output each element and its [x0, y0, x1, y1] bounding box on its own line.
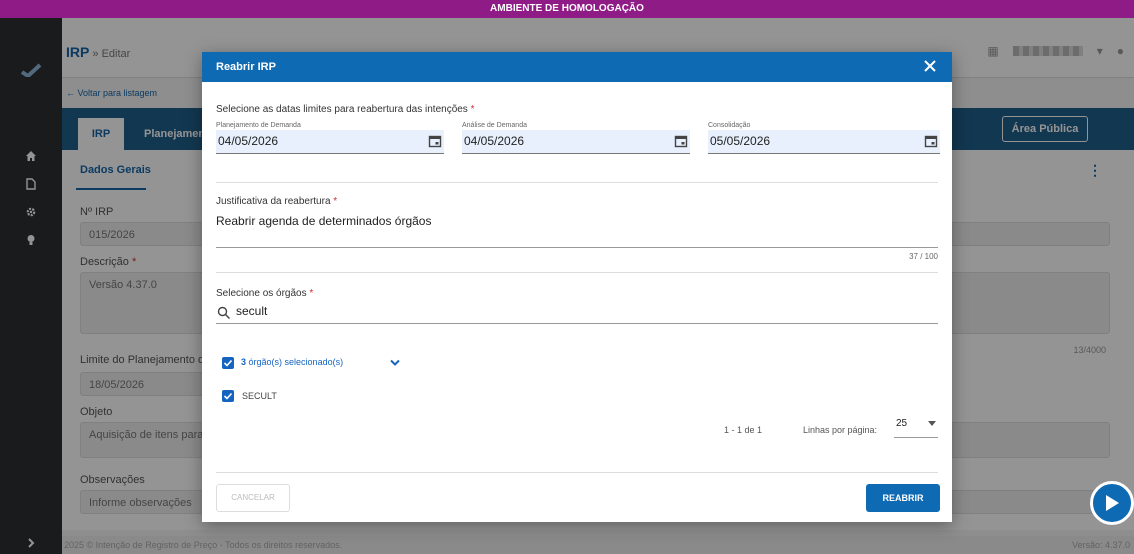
- selected-summary[interactable]: 3 órgão(s) selecionado(s): [241, 357, 343, 367]
- reabrir-irp-dialog: Reabrir IRP Selecione as datas limites p…: [202, 52, 952, 522]
- check-icon: [223, 392, 233, 400]
- justificativa-textarea[interactable]: Reabrir agenda de determinados órgãos: [216, 214, 938, 248]
- close-icon[interactable]: [922, 58, 938, 74]
- orgao-checkbox-secult[interactable]: [222, 390, 234, 402]
- orgaos-search-input[interactable]: secult: [216, 304, 938, 324]
- play-icon: [1106, 495, 1119, 511]
- chevron-down-icon[interactable]: [390, 359, 400, 367]
- date-label-consolidacao: Consolidação: [708, 122, 751, 129]
- search-icon: [217, 306, 230, 319]
- date-label-planejamento: Planejamento de Demanda: [216, 122, 301, 129]
- calendar-icon[interactable]: [428, 134, 442, 148]
- date-value-consolidacao: 05/05/2026: [710, 134, 771, 148]
- dates-section-label: Selecione as datas limites para reabertu…: [216, 104, 475, 115]
- select-all-checkbox[interactable]: [222, 357, 234, 369]
- date-field-consolidacao[interactable]: 05/05/2026: [708, 130, 940, 154]
- date-label-analise: Análise de Demanda: [462, 122, 527, 129]
- selected-count: 3: [241, 357, 247, 367]
- calendar-icon[interactable]: [924, 134, 938, 148]
- divider: [216, 272, 938, 273]
- date-value-analise: 04/05/2026: [464, 134, 525, 148]
- check-icon: [223, 359, 233, 367]
- search-value: secult: [236, 304, 268, 318]
- play-fab-button[interactable]: [1090, 481, 1134, 525]
- orgao-item-label: SECULT: [242, 391, 277, 401]
- orgaos-label: Selecione os órgãos *: [216, 288, 314, 299]
- selected-text: órgão(s) selecionado(s): [248, 357, 344, 367]
- date-value-planejamento: 04/05/2026: [218, 134, 279, 148]
- divider: [216, 182, 938, 183]
- calendar-icon[interactable]: [674, 134, 688, 148]
- rows-per-page-select[interactable]: 25: [894, 418, 938, 438]
- rows-per-page-label: Linhas por página:: [803, 425, 878, 435]
- rows-per-page-value: 25: [896, 418, 908, 429]
- dialog-title: Reabrir IRP: [216, 61, 276, 73]
- dropdown-caret-icon: [928, 421, 936, 426]
- justificativa-counter: 37 / 100: [909, 252, 938, 261]
- date-field-planejamento[interactable]: 04/05/2026: [216, 130, 444, 154]
- pagination-range: 1 - 1 de 1: [724, 425, 763, 435]
- cancel-button[interactable]: CANCELAR: [216, 484, 290, 512]
- justificativa-label: Justificativa da reabertura *: [216, 196, 338, 207]
- reabrir-button[interactable]: REABRIR: [866, 484, 940, 512]
- dialog-header: Reabrir IRP: [202, 52, 952, 82]
- date-field-analise[interactable]: 04/05/2026: [462, 130, 690, 154]
- divider: [216, 472, 938, 473]
